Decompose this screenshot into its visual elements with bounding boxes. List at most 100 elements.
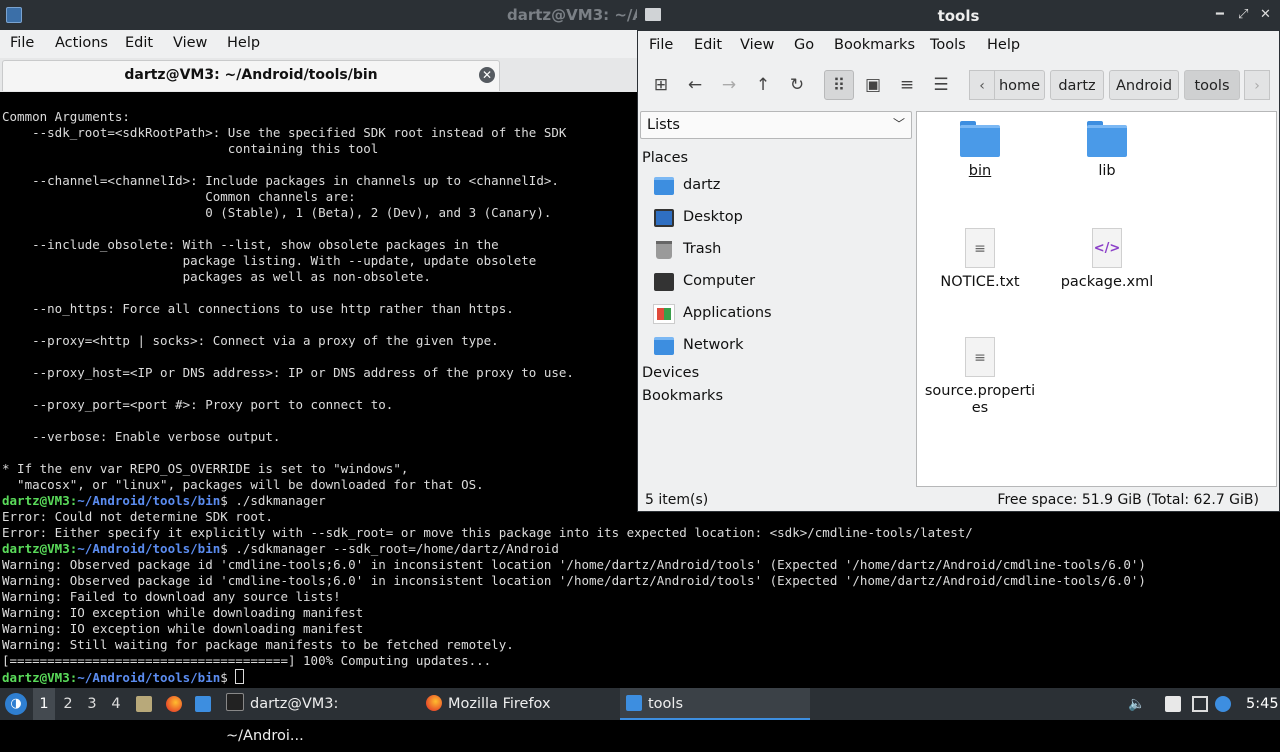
task-label: tools	[648, 696, 684, 712]
task-terminal[interactable]: dartz@VM3: ~/Androi...	[226, 688, 416, 744]
tab-close-icon[interactable]: ✕	[479, 67, 495, 83]
file-item-bin[interactable]: bin	[920, 121, 1040, 180]
terminal-line-text: $	[220, 670, 236, 685]
terminal-line-text: Error: Either specify it explicitly with…	[2, 525, 973, 540]
firefox-launcher-icon[interactable]	[166, 696, 182, 712]
task-tools[interactable]: tools	[620, 688, 810, 720]
terminal-menu-view[interactable]: View	[173, 35, 207, 51]
fm-menu-bookmarks[interactable]: Bookmarks	[834, 37, 915, 53]
desktop-launcher-icon[interactable]	[195, 696, 211, 712]
detailed-list-view-icon[interactable]: ☰	[926, 70, 956, 100]
sidebar-item-dartz[interactable]: dartz	[654, 174, 910, 200]
fm-menu-help[interactable]: Help	[987, 37, 1020, 53]
forward-arrow-icon[interactable]: →	[714, 70, 744, 100]
breadcrumb-scroll-left-icon[interactable]: ‹	[969, 70, 995, 100]
file-item-package-xml[interactable]: </> package.xml	[1047, 228, 1167, 291]
compact-view-icon[interactable]: ≡	[892, 70, 922, 100]
fm-menu-edit[interactable]: Edit	[694, 37, 722, 53]
prompt-path: ~/Android/tools/bin	[77, 670, 221, 685]
breadcrumb-dartz[interactable]: dartz	[1050, 70, 1104, 100]
up-arrow-icon[interactable]: ↑	[748, 70, 778, 100]
terminal-menu-file[interactable]: File	[10, 35, 34, 51]
taskbar: ◑ 1 2 3 4 dartz@VM3: ~/Androi... Mozilla…	[0, 688, 1280, 744]
sidebar-item-computer[interactable]: Computer	[654, 270, 910, 296]
file-item-lib[interactable]: lib	[1047, 121, 1167, 180]
bookmarks-heading[interactable]: Bookmarks	[642, 388, 723, 404]
terminal-line-text	[2, 221, 10, 236]
terminal-icon	[226, 693, 244, 711]
file-manager-launcher-icon[interactable]	[136, 696, 152, 712]
sidebar-mode-dropdown[interactable]: Lists ﹀	[640, 111, 912, 139]
terminal-line-text: Warning: IO exception while downloading …	[2, 605, 364, 620]
file-manager-titlebar[interactable]: tools ━ ⤢ ✕	[638, 1, 1279, 31]
breadcrumb-scroll-right-icon[interactable]: ›	[1244, 70, 1270, 100]
sidebar-item-network[interactable]: Network	[654, 334, 910, 360]
file-item-notice-txt[interactable]: ≡ NOTICE.txt	[920, 228, 1040, 291]
terminal-menu-actions[interactable]: Actions	[55, 35, 108, 51]
clock[interactable]: 5:45	[1246, 688, 1279, 720]
folder-icon	[626, 695, 642, 711]
terminal-line-text: Common channels are:	[2, 189, 356, 204]
sidebar-item-trash[interactable]: Trash	[654, 238, 910, 264]
workspace-2[interactable]: 2	[57, 688, 79, 720]
maximize-icon[interactable]: ⤢	[1238, 7, 1248, 22]
sidebar-item-label: Trash	[683, 241, 722, 257]
workspace-3[interactable]: 3	[81, 688, 103, 720]
update-notifier-icon[interactable]	[1215, 696, 1231, 712]
terminal-line-text	[2, 349, 10, 364]
terminal-line-text	[2, 413, 10, 428]
terminal-menu-help[interactable]: Help	[227, 35, 260, 51]
start-menu-icon[interactable]: ◑	[5, 693, 27, 715]
applications-icon	[653, 304, 675, 324]
terminal-cursor	[235, 669, 245, 684]
terminal-line-text: --proxy=<http | socks>: Connect via a pr…	[2, 333, 499, 348]
fm-menu-file[interactable]: File	[649, 37, 673, 53]
terminal-line-text: 0 (Stable), 1 (Beta), 2 (Dev), and 3 (Ca…	[2, 205, 552, 220]
terminal-line: Warning: IO exception while downloading …	[2, 621, 1278, 637]
fm-menu-tools[interactable]: Tools	[930, 37, 966, 53]
devices-heading[interactable]: Devices	[642, 365, 699, 381]
workspace-1[interactable]: 1	[33, 688, 55, 720]
prompt-user: dartz@VM3:	[2, 670, 78, 685]
icon-view-icon[interactable]: ⠿	[824, 70, 854, 100]
terminal-menu-edit[interactable]: Edit	[125, 35, 153, 51]
system-menu-icon[interactable]	[6, 7, 22, 23]
terminal-line-text: Common Arguments:	[2, 109, 130, 124]
status-bar: 5 item(s) Free space: 51.9 GiB (Total: 6…	[638, 489, 1279, 511]
breadcrumb-home[interactable]: home	[995, 70, 1045, 100]
terminal-line-text: containing this tool	[2, 141, 379, 156]
terminal-line-text	[2, 157, 10, 172]
breadcrumb-android[interactable]: Android	[1109, 70, 1179, 100]
thumbnail-view-icon[interactable]: ▣	[858, 70, 888, 100]
sidebar-item-label: dartz	[683, 177, 721, 193]
file-item-source-properties[interactable]: ≡ source.properties	[920, 337, 1040, 417]
terminal-line-text: "macosx", or "linux", packages will be d…	[2, 477, 484, 492]
screen-icon[interactable]	[1192, 696, 1208, 712]
clipboard-icon[interactable]	[1165, 696, 1181, 712]
minimize-icon[interactable]: ━	[1216, 7, 1224, 22]
sidebar-item-desktop[interactable]: Desktop	[654, 206, 910, 232]
workspace-4[interactable]: 4	[105, 688, 127, 720]
breadcrumb-tools[interactable]: tools	[1184, 70, 1240, 100]
terminal-tabbar: dartz@VM3: ~/Android/tools/bin ✕	[0, 58, 640, 92]
terminal-line-text: --channel=<channelId>: Include packages …	[2, 173, 559, 188]
new-tab-icon[interactable]: ⊞	[646, 70, 676, 100]
desktop-icon	[654, 209, 674, 227]
prompt-user: dartz@VM3:	[2, 541, 78, 556]
firefox-icon	[426, 695, 442, 711]
reload-icon[interactable]: ↻	[782, 70, 812, 100]
volume-icon[interactable]: 🔈	[1128, 696, 1145, 712]
fm-menu-view[interactable]: View	[740, 37, 774, 53]
back-arrow-icon[interactable]: ←	[680, 70, 710, 100]
terminal-line-text: Warning: Still waiting for package manif…	[2, 637, 514, 652]
places-heading[interactable]: Places	[642, 150, 688, 166]
file-view[interactable]: bin lib ≡ NOTICE.txt </> package.xml ≡ s…	[916, 111, 1277, 487]
terminal-tab[interactable]: dartz@VM3: ~/Android/tools/bin ✕	[2, 60, 500, 91]
close-icon[interactable]: ✕	[1260, 7, 1271, 22]
fm-menu-go[interactable]: Go	[794, 37, 814, 53]
terminal-line: Warning: Observed package id 'cmdline-to…	[2, 557, 1278, 573]
sidebar-item-applications[interactable]: Applications	[653, 302, 910, 328]
terminal-line-text	[2, 285, 10, 300]
task-firefox[interactable]: Mozilla Firefox	[426, 688, 616, 720]
terminal-line-text: --proxy_host=<IP or DNS address>: IP or …	[2, 365, 574, 380]
